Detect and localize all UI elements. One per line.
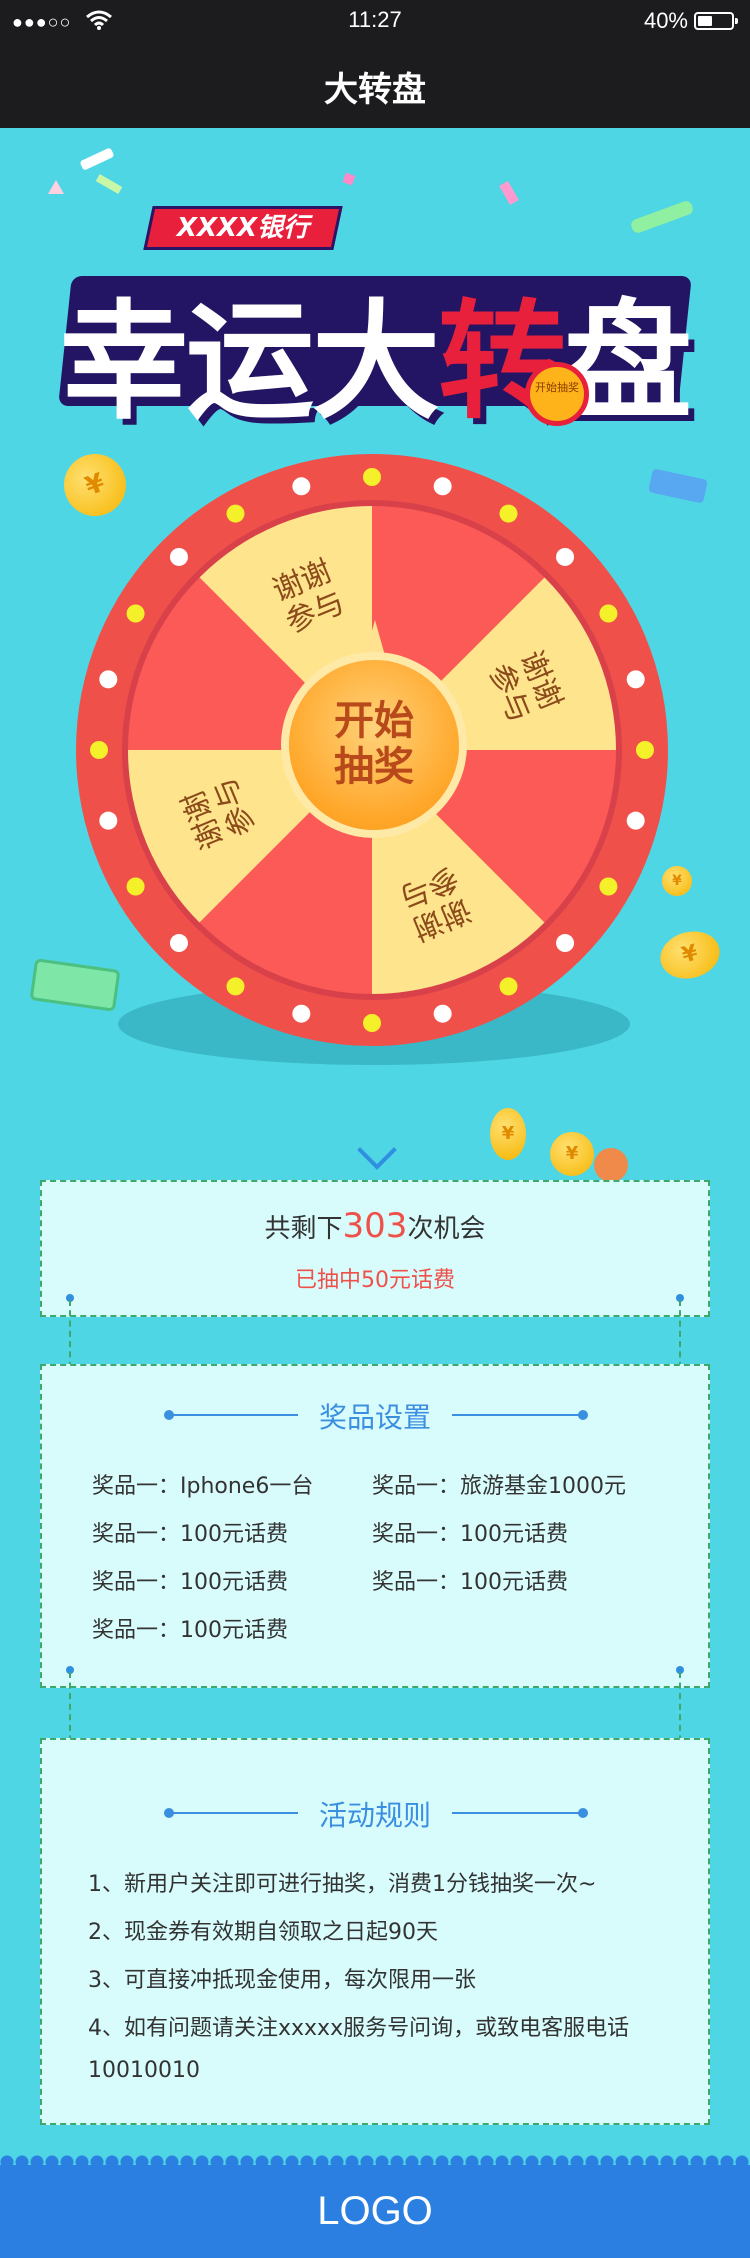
prize-item: 奖品一：Iphone6一台 [92,1474,314,1499]
page-title: 大转盘 [324,70,426,110]
wheel-bulb [126,877,145,896]
wheel-bulb [169,547,188,566]
prize-item: 奖品一：100元话费 [372,1570,568,1595]
wheel-bulb [433,477,452,496]
bank-tag-label: XXXX银行 [176,213,310,243]
confetti-decoration [629,199,695,235]
wheel-bulb [226,504,245,523]
title-part: 盘 [564,288,692,437]
banner-title: 幸运大转盘 开始抽奖 [55,246,695,437]
prize-item: 奖品一：100元话费 [92,1618,288,1643]
title-dot [578,1410,588,1420]
footer: LOGO [0,2155,750,2258]
wheel-bulb [556,934,575,953]
wheel-bulb [499,977,518,996]
wheel-bulb [226,977,245,996]
wheel-bulb [636,741,654,759]
confetti-decoration [79,147,115,171]
prizes-title: 奖品设置 [318,1401,431,1434]
won-prize-text: 已抽中50元话费 [295,1268,455,1293]
clock: 11:27 [348,7,402,32]
wheel-bulb [169,934,188,953]
rule-item: 3、可直接冲抵现金使用，每次限用一张 [88,1968,476,1993]
battery-percent: 40% [643,8,688,33]
wheel-bulb [99,670,118,689]
prize-item: 奖品一：100元话费 [372,1522,568,1547]
rules-card: 活动规则 1、新用户关注即可进行抽奖，消费1分钱抽奖一次~ 2、现金券有效期自领… [40,1738,710,2125]
confetti-decoration [95,174,123,194]
wheel-bulb [433,1004,452,1023]
wheel-bulb [599,877,618,896]
coin-decoration [594,1148,628,1182]
bank-tag: XXXX银行 [143,206,343,250]
wheel-bulb [90,741,108,759]
title-rule-right [452,1414,580,1416]
chances-prefix: 共剩下 [264,1214,343,1244]
coin-decoration: ¥ [490,1108,526,1160]
wheel-bulb [626,670,645,689]
rules-title: 活动规则 [318,1799,431,1832]
wheel-bulb [126,604,145,623]
start-lottery-button[interactable]: 开始 抽奖 [289,660,459,830]
wheel-bulb [292,477,311,496]
wheel-bulb [363,1014,381,1032]
title-text: 幸运大转盘 [55,258,695,443]
wheel-bulb [626,811,645,830]
wheel-bulb [599,604,618,623]
footer-logo: LOGO [317,2189,433,2233]
nav-bar: 大转盘 [0,40,750,128]
battery-icon [694,12,738,30]
rule-item: 1、新用户关注即可进行抽奖，消费1分钱抽奖一次~ [88,1872,597,1897]
title-rule-right [452,1812,580,1814]
start-label-line1: 开始 [334,698,414,744]
wheel-bulb [292,1004,311,1023]
chances-card: 共剩下303次机会 已抽中50元话费 [40,1180,710,1317]
wheel-bulb [499,504,518,523]
title-dot [578,1808,588,1818]
prize-item: 奖品一：100元话费 [92,1522,288,1547]
footer-scallop [0,2155,750,2169]
prize-item: 奖品一：100元话费 [92,1570,288,1595]
confetti-decoration [48,180,64,194]
rule-item: 2、现金券有效期自领取之日起90天 [88,1920,438,1945]
confetti-decoration [499,180,519,206]
wheel-bulb [99,811,118,830]
title-badge: 开始抽奖 [525,362,589,426]
start-label-line2: 抽奖 [334,744,414,790]
coin-decoration: ¥ [550,1132,594,1176]
rule-item: 4、如有问题请关注xxxxx服务号问询，或致电客服电话 [88,2016,630,2041]
rule-item: 10010010 [88,2058,200,2083]
chances-count: 303 [342,1206,408,1246]
wheel-bulb [363,468,381,486]
title-part: 幸运大 [59,288,440,437]
chances-suffix: 次机会 [407,1214,486,1244]
confetti-decoration [342,172,356,186]
remaining-chances: 共剩下303次机会 [42,1206,708,1246]
prize-item: 奖品一：旅游基金1000元 [372,1474,626,1499]
prizes-card: 奖品设置 奖品一：Iphone6一台 奖品一：旅游基金1000元 奖品一：100… [40,1364,710,1688]
status-bar: ●●●○○ 11:27 40% [0,0,750,40]
wheel-bulb [556,547,575,566]
